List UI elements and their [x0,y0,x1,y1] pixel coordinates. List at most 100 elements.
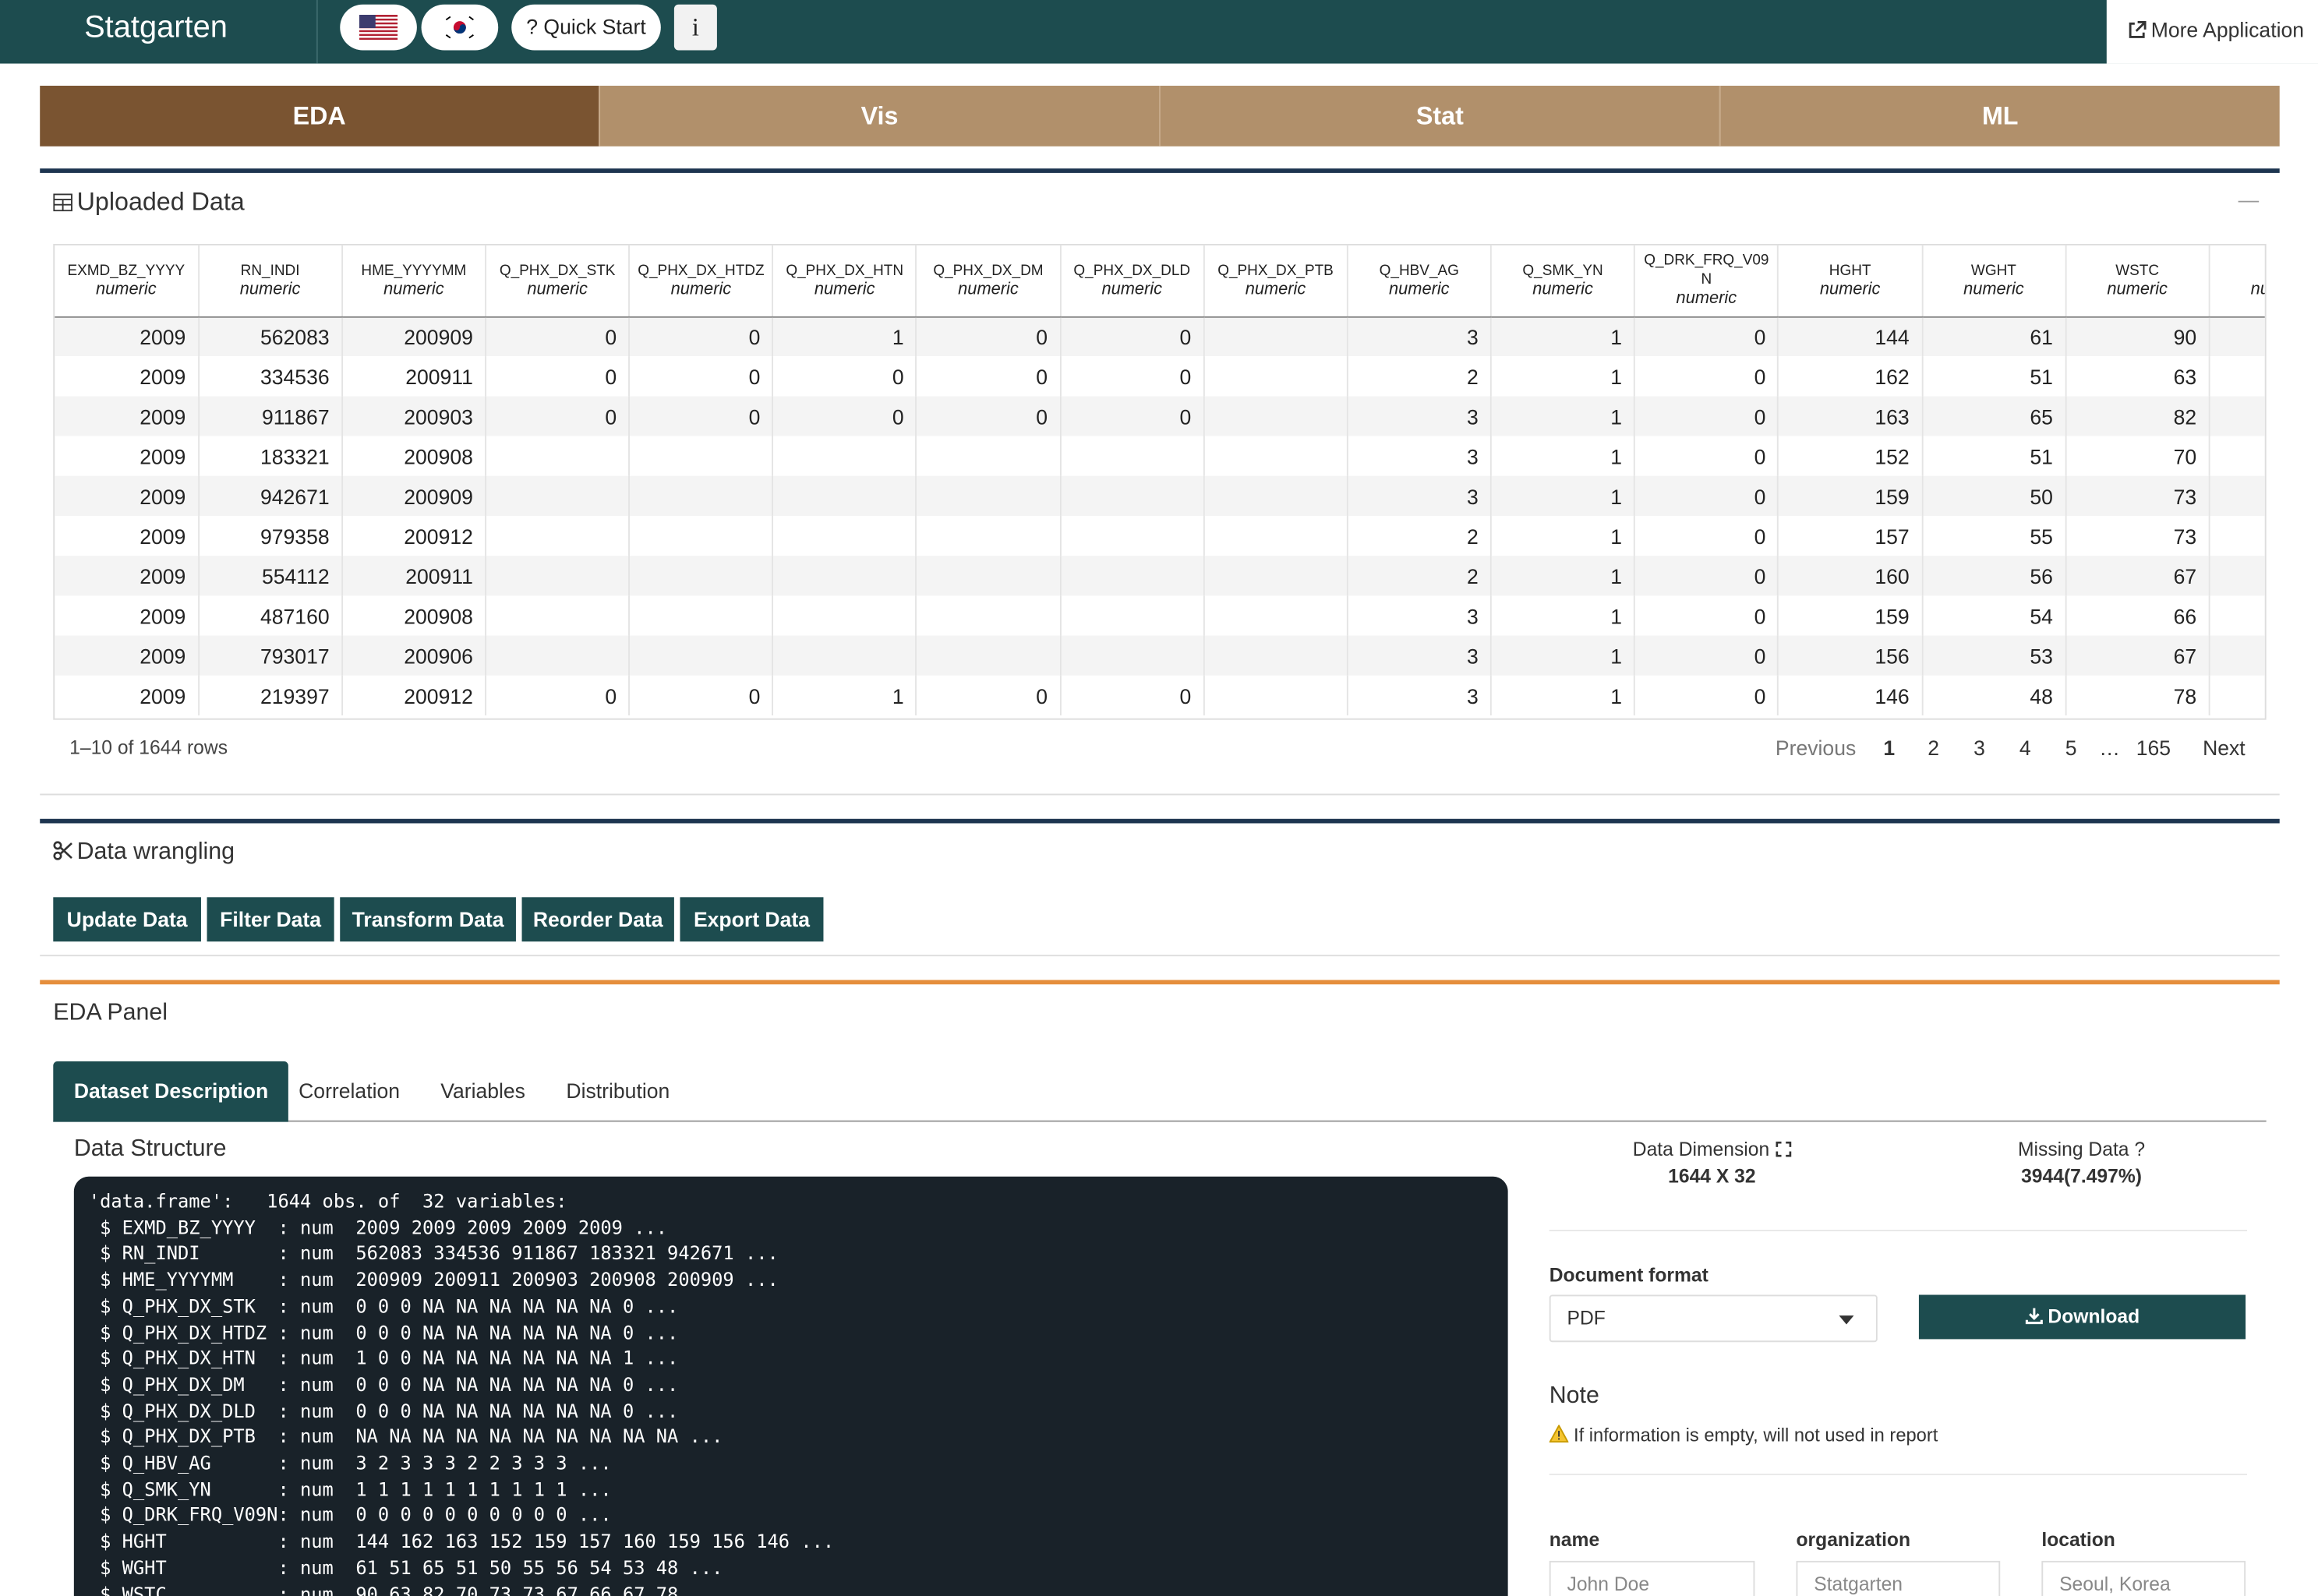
data-wrangling-title: Data wrangling [53,839,235,866]
table-row[interactable]: 200991186720090300000310163658224 [55,396,2265,436]
table-cell: 2009 [55,396,200,436]
column-header[interactable]: WGHT numeric [1921,245,2066,317]
tab-ml[interactable]: ML [1719,86,2280,147]
column-header[interactable]: Q_SMK_YN numeric [1490,245,1636,317]
column-name: Q_PHX_DX_HTDZ [638,263,765,280]
table-row[interactable]: 2009942671200909 310159507319 [55,475,2265,516]
column-header[interactable]: WSTC numeric [2065,245,2210,317]
table-cell: 0 [772,396,917,436]
table-cell [629,595,774,636]
tab-eda[interactable]: EDA [40,86,599,147]
table-row[interactable]: 200933453620091100000210162516319 [55,356,2265,397]
download-button[interactable]: Download [1918,1294,2246,1340]
column-header[interactable]: BMInumeric [2209,245,2265,317]
korean-language-button[interactable] [421,4,499,51]
table-cell [1060,436,1205,476]
export-data-button[interactable]: Export Data [680,897,824,942]
table-row[interactable]: 2009979358200912 210157557322 [55,515,2265,556]
table-cell: 200912 [341,515,486,556]
note-warning: If information is empty, will not used i… [1549,1424,1938,1446]
pagination-page-2[interactable]: 2 [1928,736,1939,760]
column-header[interactable]: Q_PHX_DX_HTN numeric [772,245,917,317]
table-cell: 2 [1347,356,1492,397]
tab-vis[interactable]: Vis [599,86,1160,147]
pagination-previous[interactable]: Previous [1776,736,1856,760]
table-cell: 0 [916,316,1062,357]
info-button[interactable]: i [673,4,717,51]
table-cell: 0 [486,675,631,716]
table-cell [1203,515,1348,556]
main-tabs: EDA Vis Stat ML [40,86,2280,147]
table-cell: 0 [916,675,1062,716]
column-header[interactable]: EXMD_BZ_YYYY numeric [55,245,200,317]
data-table[interactable]: EXMD_BZ_YYYY numeric RN_INDI numeric HME_YYY… [53,243,2267,720]
table-cell [1060,515,1205,556]
table-cell: 0 [629,396,774,436]
more-application-link[interactable]: More Application [2106,0,2318,64]
warning-icon [1549,1424,1570,1443]
pagination-page-3[interactable]: 3 [1973,736,1985,760]
filter-data-button[interactable]: Filter Data [207,897,334,942]
tab-correlation[interactable]: Correlation [299,1061,400,1122]
tab-dataset-description[interactable]: Dataset Description [53,1061,289,1122]
english-language-button[interactable] [340,4,417,51]
column-name: RN_INDI [240,263,300,280]
column-header[interactable]: HME_YYYYMM numeric [341,245,486,317]
kr-flag-icon [442,14,478,41]
pagination-next[interactable]: Next [2203,736,2246,760]
missing-data-label: Missing Data ? [2017,1138,2146,1160]
table-cell: 29 [2209,316,2265,357]
table-cell [772,436,917,476]
table-cell: 0 [629,675,774,716]
table-row[interactable]: 200921939720091200100310146487822 [55,675,2265,716]
column-type: numeric [1245,280,1306,298]
table-cell: 1 [1490,515,1636,556]
update-data-button[interactable]: Update Data [53,897,201,942]
column-header[interactable]: Q_PHX_DX_STK numeric [486,245,631,317]
table-cell [772,475,917,516]
transform-data-button[interactable]: Transform Data [340,897,516,942]
column-header[interactable]: Q_PHX_DX_DM numeric [916,245,1062,317]
table-row[interactable]: 2009487160200908 310159546621 [55,595,2265,636]
tab-stat[interactable]: Stat [1159,86,1719,147]
pagination-page-4[interactable]: 4 [2019,736,2031,760]
column-header[interactable]: Q_HBV_AG numeric [1347,245,1492,317]
pagination-page-1[interactable]: 1 [1883,736,1895,760]
scissors-icon [53,841,72,860]
organization-input[interactable]: Statgarten [1796,1560,2001,1596]
name-input[interactable]: John Doe [1549,1560,1755,1596]
table-row[interactable]: 200956208320090900100310144619029 [55,316,2265,357]
tab-variables[interactable]: Variables [440,1061,525,1122]
uploaded-data-title: Uploaded Data [53,188,245,217]
table-cell [1203,316,1348,357]
document-format-select[interactable]: PDF [1549,1294,1878,1343]
table-cell [1060,635,1205,676]
column-header[interactable]: Q_PHX_DX_PTB numeric [1203,245,1348,317]
more-application-label: More Application [2150,17,2305,42]
column-header[interactable]: RN_INDI numeric [198,245,343,317]
pagination-page-5[interactable]: 5 [2065,736,2077,760]
table-row[interactable]: 2009793017200906 310156536721 [55,635,2265,676]
column-header[interactable]: Q_DRK_FRQ_V09N numeric [1634,245,1779,317]
table-cell: 73 [2065,475,2210,516]
collapse-button[interactable]: — [2238,188,2260,211]
location-input[interactable]: Seoul, Korea [2041,1560,2246,1596]
column-name: EXMD_BZ_YYYY [67,263,186,280]
column-header[interactable]: Q_PHX_DX_DLD numeric [1060,245,1205,317]
column-header[interactable]: HGHT numeric [1778,245,1923,317]
table-cell: 61 [1921,316,2066,357]
table-cell: 82 [2065,396,2210,436]
table-cell: 3 [1347,675,1492,716]
table-body: 2009562083200909001003101446190292009334… [55,316,2265,716]
table-cell [629,515,774,556]
table-row[interactable]: 2009554112200911210160566721 [55,556,2265,596]
table-cell: 157 [1778,515,1923,556]
column-header[interactable]: Q_PHX_DX_HTDZ numeric [629,245,774,317]
table-row[interactable]: 2009183321200908 310152517022 [55,436,2265,476]
tab-distribution[interactable]: Distribution [566,1061,670,1122]
brand-title[interactable]: Statgarten [0,0,318,64]
reorder-data-button[interactable]: Reorder Data [521,897,674,942]
pagination-page-last[interactable]: 165 [2136,736,2171,760]
table-cell: 0 [1634,316,1779,357]
quick-start-button[interactable]: ? Quick Start [511,4,661,51]
